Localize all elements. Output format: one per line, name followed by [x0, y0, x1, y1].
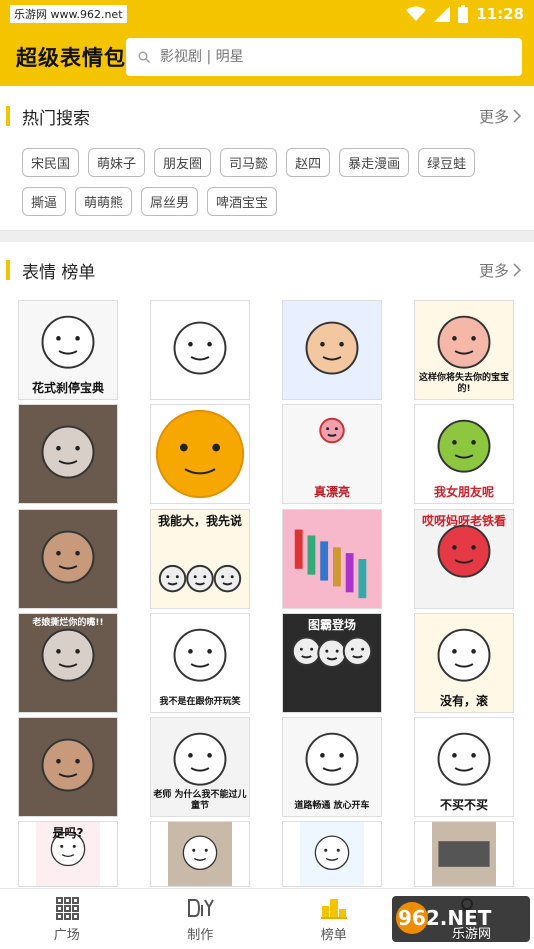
- sticker-caption: 真漂亮: [313, 484, 350, 499]
- sticker-caption: 花式刹停宝典: [31, 380, 104, 395]
- nav-label: 广场: [53, 927, 80, 943]
- sticker-caption: 这样你将失去你的宝宝的!: [418, 373, 509, 395]
- hot-tag[interactable]: 屌丝男: [141, 187, 199, 216]
- hot-search-more-link[interactable]: 更多: [479, 106, 522, 127]
- hot-tag[interactable]: 绿豆蛙: [418, 148, 476, 177]
- hot-tag[interactable]: 萌妹子: [88, 148, 146, 177]
- sticker-image: [151, 405, 249, 503]
- status-bar: 乐游网 www.962.net 11:28: [0, 0, 534, 28]
- hot-search-title: 热门搜索: [22, 108, 90, 129]
- hot-tag[interactable]: 啤酒宝宝: [207, 187, 278, 216]
- sticker-sly-smile[interactable]: [150, 404, 250, 504]
- hot-tag[interactable]: 暴走漫画: [339, 148, 410, 177]
- sticker-baby-doodle[interactable]: 不买不买: [414, 717, 514, 817]
- sticker-husky[interactable]: [18, 404, 118, 504]
- sticker-caption: 我能大，我先说: [157, 514, 242, 528]
- sticker-people-line[interactable]: [282, 509, 382, 609]
- sticker-car-hand[interactable]: [414, 821, 514, 887]
- sticker-caption: 哎呀妈呀老铁看: [421, 514, 506, 528]
- hot-tags-list: 宋民国 萌妹子 朋友圈 司马懿 赵四 暴走漫画 绿豆蛙撕逼 萌萌熊 屌丝男 啤酒宝宝: [22, 148, 502, 216]
- hot-tag[interactable]: 赵四: [286, 148, 331, 177]
- search-input[interactable]: [160, 49, 460, 65]
- app-screen: 乐游网 www.962.net 11:28 超级表情包 影视剧 | 明星 热门搜…: [0, 0, 534, 949]
- sticker-image: [151, 301, 249, 399]
- sticker-caption: 图霸登场: [307, 618, 356, 632]
- sticker-image: [283, 301, 381, 399]
- nav-label: 制作: [187, 927, 214, 943]
- sticker-red-envelope[interactable]: 哎呀妈呀老铁看: [414, 509, 514, 609]
- sticker-花式刹停宝典[interactable]: 花式刹停宝典: [18, 300, 118, 400]
- sticker-image: [432, 822, 496, 886]
- sticker-blushing-official[interactable]: [282, 300, 382, 400]
- grid-icon: [55, 896, 79, 920]
- sticker-caption: 我女朋友呢: [433, 484, 494, 499]
- more-label: 更多: [478, 261, 509, 280]
- sticker-caption: 没有，滚: [439, 693, 488, 708]
- hot-tag[interactable]: 宋民国: [22, 148, 80, 177]
- diy-icon: [188, 898, 215, 917]
- sticker-image: [19, 718, 117, 816]
- sticker-image: [19, 405, 117, 503]
- clock: 11:28: [476, 5, 524, 23]
- more-label: 更多: [478, 107, 509, 126]
- sticker-panda-kings[interactable]: 图霸登场: [282, 613, 382, 713]
- sticker-driving[interactable]: 道路畅通 放心开车: [282, 717, 382, 817]
- sticker-zhen-piao-liang[interactable]: 真漂亮: [282, 404, 382, 504]
- hot-search-header: 热门搜索 更多: [0, 98, 534, 134]
- search-icon: [138, 51, 150, 63]
- wifi-icon: [406, 6, 427, 21]
- sticker-meiyou-gun[interactable]: 没有，滚: [414, 613, 514, 713]
- sticker-mushroom-head[interactable]: [282, 821, 382, 887]
- sticker-cat-box[interactable]: [150, 821, 250, 887]
- sticker-bunny-girl[interactable]: 我不是在跟你开玩笑: [150, 613, 250, 713]
- section-accent-bar: [6, 106, 10, 126]
- sticker-shima[interactable]: 是吗?: [18, 821, 118, 887]
- sticker-caption: 老娘撕烂你的嘴!!: [32, 618, 104, 628]
- hot-tag[interactable]: 朋友圈: [154, 148, 212, 177]
- sticker-caption: 老师 为什么我不能过儿童节: [153, 790, 247, 812]
- sticker-panda-big[interactable]: 我能大，我先说: [150, 509, 250, 609]
- sticker-watermelon-girlfriend[interactable]: 我女朋友呢: [414, 404, 514, 504]
- sticker-caption: 我不是在跟你开玩笑: [159, 697, 241, 708]
- sticker-image: [168, 822, 232, 886]
- app-header: 超级表情包: [0, 28, 534, 86]
- ranking-more-link[interactable]: 更多: [479, 260, 522, 281]
- sticker-caption: 不买不买: [439, 797, 488, 812]
- section-divider: [0, 230, 534, 242]
- ranking-title: 表情 榜单: [22, 262, 96, 283]
- hot-tag[interactable]: 司马懿: [220, 148, 278, 177]
- nav-ranking[interactable]: 榜单: [267, 889, 401, 949]
- podium-icon: [320, 898, 347, 919]
- watermark-sub: 乐游网: [452, 927, 491, 942]
- nav-make[interactable]: 制作: [134, 889, 268, 949]
- nav-square[interactable]: 广场: [0, 889, 134, 949]
- section-accent-bar: [6, 260, 10, 280]
- watermark-logo: 962.NET 乐游网: [392, 896, 530, 942]
- chevron-right-icon: [513, 109, 522, 123]
- sticker-caption: 是吗?: [52, 826, 84, 840]
- hot-tag[interactable]: 撕逼: [22, 187, 67, 216]
- sticker-image: [19, 510, 117, 608]
- sticker-caption: 道路畅通 放心开车: [294, 801, 370, 812]
- sticker-old-man[interactable]: [18, 717, 118, 817]
- app-title: 超级表情包: [16, 46, 126, 70]
- sticker-image: [283, 510, 381, 608]
- sticker-pink-face[interactable]: 这样你将失去你的宝宝的!: [414, 300, 514, 400]
- search-box[interactable]: [126, 38, 522, 76]
- sticker-crawling-guy[interactable]: [150, 300, 250, 400]
- chevron-right-icon: [513, 263, 522, 277]
- signal-icon: [434, 6, 451, 22]
- ranking-header: 表情 榜单 更多: [0, 252, 534, 288]
- hot-tag[interactable]: 萌萌熊: [75, 187, 133, 216]
- sticker-cats[interactable]: 老娘撕烂你的嘴!!: [18, 613, 118, 713]
- watermark-top-left: 乐游网 www.962.net: [10, 5, 127, 23]
- sticker-footballer[interactable]: [18, 509, 118, 609]
- nav-label: 榜单: [320, 927, 347, 943]
- battery-icon: [458, 5, 469, 23]
- sticker-teacher-child[interactable]: 老师 为什么我不能过儿童节: [150, 717, 250, 817]
- sticker-image: [300, 822, 364, 886]
